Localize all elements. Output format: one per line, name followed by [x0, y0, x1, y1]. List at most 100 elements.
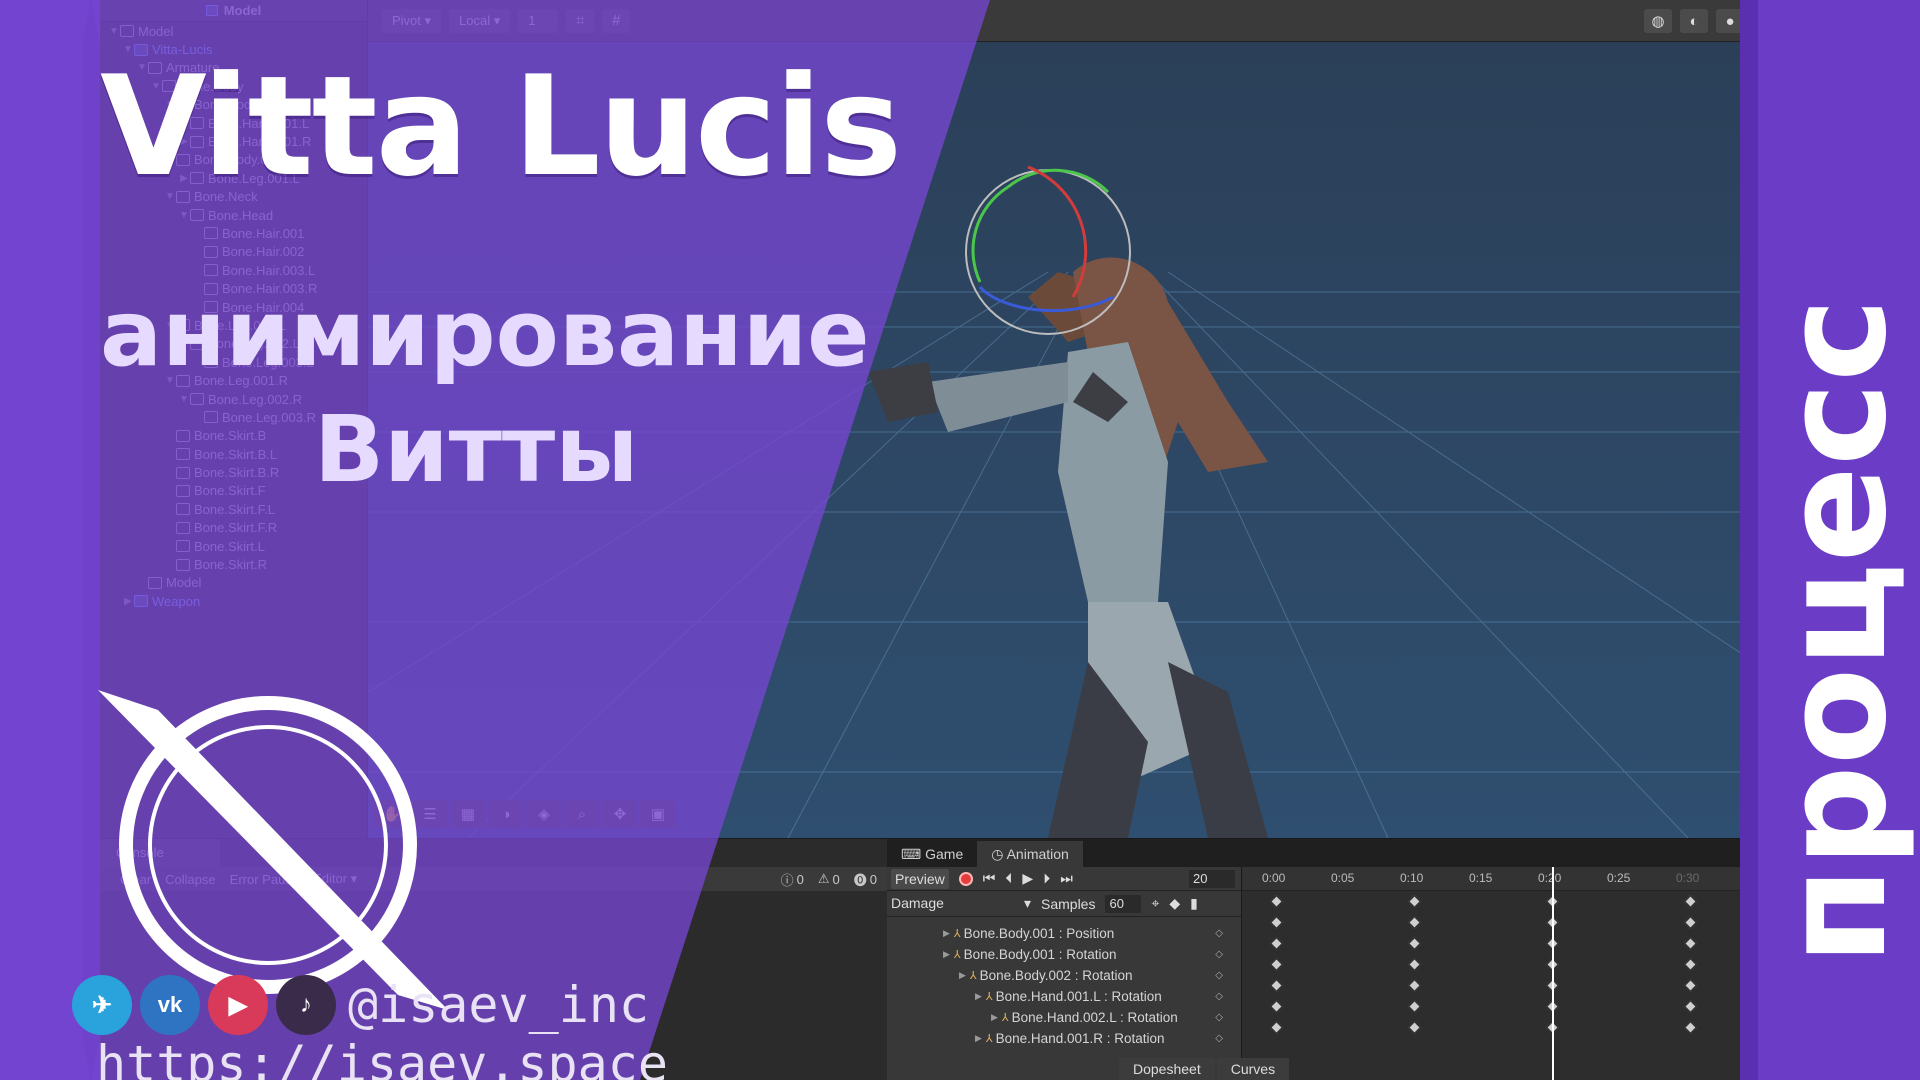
keyframe-diamond[interactable] [1270, 895, 1283, 908]
keyframe-snap-icon[interactable]: ⌖ [1151, 895, 1159, 912]
hand-tool-icon[interactable]: ✋ [374, 800, 410, 828]
animation-property-row[interactable]: ▶ ⅄ Bone.Body.001 : Position ◇ [887, 923, 1241, 944]
keyframe-diamond[interactable] [1408, 979, 1421, 992]
keyframe-diamond[interactable] [1270, 916, 1283, 929]
hierarchy-item[interactable]: ▶ Bone.Hand.001.L [100, 114, 367, 132]
hierarchy-item[interactable]: Bone.Hair.002 [100, 243, 367, 261]
move-icon[interactable]: ✥ [602, 800, 638, 828]
hierarchy-item[interactable]: Bone.Skirt.F.R [100, 519, 367, 537]
hierarchy-item[interactable]: Bone.Hair.001 [100, 224, 367, 242]
hierarchy-item[interactable]: Bone.Leg.003.L [100, 353, 367, 371]
play-icon[interactable]: ▶ [1022, 870, 1033, 887]
hierarchy-item[interactable]: ▼ Model [100, 22, 367, 40]
expand-arrow-icon[interactable]: ▶ [943, 928, 950, 939]
keyframe-toggle-icon[interactable]: ◇ [1215, 1033, 1223, 1044]
keyframe-diamond[interactable] [1684, 937, 1697, 950]
hierarchy-item[interactable]: ▼ Bone.Leg.002.R [100, 390, 367, 408]
chevron-right-icon[interactable]: ▶ [178, 118, 190, 129]
hierarchy-item[interactable]: ▼ Vitta-Lucis [100, 40, 367, 58]
chevron-down-icon[interactable]: ▼ [164, 99, 176, 110]
scene-view[interactable]: Pivot ▾ Local ▾ 1 ⌗ # ◍ ◐ ● ✋ ☰ ▦ ◑ ◈ ⌕ … [368, 0, 1754, 838]
keyframe-toggle-icon[interactable]: ◇ [1215, 1012, 1223, 1023]
collapse-button[interactable]: Collapse [165, 872, 216, 887]
keyframe-diamond[interactable] [1684, 1000, 1697, 1013]
keyframe-toggle-icon[interactable]: ◇ [1215, 970, 1223, 981]
keyframe-diamond[interactable] [1408, 958, 1421, 971]
hierarchy-item[interactable]: ▶ Bone.Hand.001.R [100, 132, 367, 150]
hierarchy-item[interactable]: ▼ Armature [100, 59, 367, 77]
tab-game[interactable]: ⌨ Game [887, 841, 977, 867]
keyframe-diamond[interactable] [1408, 895, 1421, 908]
sphere-toggle-icon[interactable]: ◑ [488, 800, 524, 828]
chevron-down-icon[interactable]: ▼ [178, 338, 190, 349]
animation-property-row[interactable]: ▶ ⅄ Bone.Hand.001.R : Rotation ◇ [887, 1028, 1241, 1049]
hierarchy-item[interactable]: Model [100, 574, 367, 592]
samples-field[interactable]: 60 [1105, 894, 1142, 913]
hierarchy-item[interactable]: ▼ Bone.Leg.001.L [100, 316, 367, 334]
last-frame-icon[interactable]: ⏭ [1060, 870, 1073, 887]
keyframe-diamond[interactable] [1408, 937, 1421, 950]
keyframe-diamond[interactable] [1270, 1021, 1283, 1034]
keyframe-diamond[interactable] [1270, 979, 1283, 992]
hierarchy-item[interactable]: ▼ Bone.Body.002 [100, 151, 367, 169]
animation-property-row[interactable]: ▶ ⅄ Bone.Body.001 : Rotation ◇ [887, 944, 1241, 965]
hierarchy-item[interactable]: Bone.Hair.004 [100, 298, 367, 316]
expand-arrow-icon[interactable]: ▶ [959, 970, 966, 981]
dopesheet-timeline[interactable]: 0:00 0:05 0:10 0:15 0:20 0:25 0:30 [1242, 867, 1754, 1080]
keyframe-diamond[interactable] [1684, 895, 1697, 908]
expand-arrow-icon[interactable]: ▶ [975, 991, 982, 1002]
expand-arrow-icon[interactable]: ▶ [975, 1033, 982, 1044]
chevron-down-icon[interactable]: ▼ [150, 81, 162, 92]
warning-count[interactable]: ⚠ 0 [818, 871, 840, 887]
chevron-down-icon[interactable]: ▼ [164, 320, 176, 331]
chevron-down-icon[interactable]: ▼ [108, 26, 120, 37]
hierarchy-item[interactable]: ▼ Bone.Body [100, 77, 367, 95]
hierarchy-item[interactable]: Bone.Skirt.R [100, 555, 367, 573]
chevron-down-icon[interactable]: ▼ [164, 154, 176, 165]
hierarchy-item[interactable]: Bone.Skirt.B [100, 427, 367, 445]
expand-arrow-icon[interactable]: ▶ [943, 949, 950, 960]
record-icon[interactable] [958, 871, 973, 886]
keyframe-diamond[interactable] [1684, 979, 1697, 992]
animation-property-row[interactable]: ▶ ⅄ Bone.Hand.002.L : Rotation ◇ [887, 1007, 1241, 1028]
chevron-down-icon[interactable]: ▼ [122, 44, 134, 55]
camera-icon[interactable]: ▣ [640, 800, 676, 828]
hierarchy-item[interactable]: ▶ Bone.Leg.001.L [100, 169, 367, 187]
editor-dropdown[interactable]: Editor ▾ [313, 871, 357, 887]
frame-field[interactable]: 20 [1189, 869, 1235, 888]
error-count[interactable]: ⓿0 [854, 870, 877, 889]
hierarchy-item[interactable]: Bone.Hair.003.L [100, 261, 367, 279]
prev-frame-icon[interactable]: ⏴ [1005, 870, 1012, 887]
snap-icon[interactable]: ⌗ [566, 8, 595, 33]
error-pause-button[interactable]: Error Pause [230, 872, 299, 887]
hierarchy-item[interactable]: Bone.Skirt.L [100, 537, 367, 555]
preview-button[interactable]: Preview [891, 868, 949, 889]
local-dropdown[interactable]: Local ▾ [449, 8, 511, 33]
layers-icon[interactable]: ◈ [526, 800, 562, 828]
playhead[interactable] [1552, 867, 1554, 1080]
chevron-down-icon[interactable]: ▼ [164, 191, 176, 202]
hierarchy-item[interactable]: Bone.Skirt.F [100, 482, 367, 500]
next-frame-icon[interactable]: ⏵ [1043, 870, 1050, 887]
chevron-down-icon[interactable]: ▼ [164, 375, 176, 386]
hierarchy-item[interactable]: Bone.Skirt.F.L [100, 500, 367, 518]
hierarchy-item[interactable]: ▼ Bone.Body.001 [100, 96, 367, 114]
clip-dropdown[interactable]: Damage ▾ [891, 895, 1031, 912]
hierarchy-item[interactable]: ▼ Bone.Leg.001.R [100, 371, 367, 389]
keyframe-diamond[interactable] [1270, 1000, 1283, 1013]
pivot-dropdown[interactable]: Pivot ▾ [382, 8, 442, 33]
animation-property-row[interactable]: ▶ ⅄ Bone.Hand.001.L : Rotation ◇ [887, 986, 1241, 1007]
keyframe-diamond[interactable] [1408, 1000, 1421, 1013]
keyframe-diamond[interactable] [1408, 916, 1421, 929]
keyframe-diamond[interactable] [1270, 958, 1283, 971]
keyframe-diamond[interactable] [1684, 958, 1697, 971]
clear-button[interactable]: Clear [120, 872, 151, 887]
hierarchy-item[interactable]: Bone.Skirt.B.L [100, 445, 367, 463]
keyframe-diamond[interactable] [1408, 1021, 1421, 1034]
keyframe-diamond[interactable] [1684, 1021, 1697, 1034]
hierarchy-item[interactable]: ▼ Bone.Head [100, 206, 367, 224]
hierarchy-item[interactable]: Bone.Hair.003.R [100, 279, 367, 297]
keyframe-toggle-icon[interactable]: ◇ [1215, 991, 1223, 1002]
hierarchy-header[interactable]: Model [100, 0, 367, 22]
grid-toggle-icon[interactable]: ▦ [450, 800, 486, 828]
